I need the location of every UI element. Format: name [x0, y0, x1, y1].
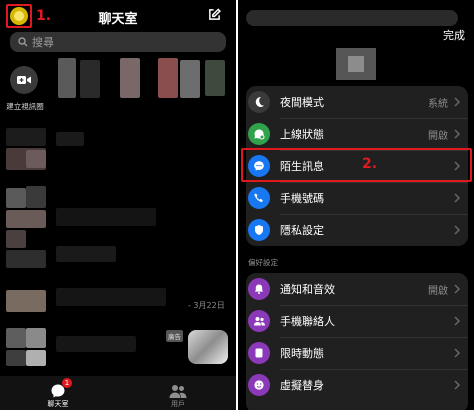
settings-item-privacy[interactable]: 隱私設定 — [246, 214, 468, 246]
chat-preview — [56, 288, 166, 306]
settings-item-label: 上線狀態 — [280, 128, 324, 141]
moon-icon — [248, 91, 270, 113]
chat-preview — [56, 132, 84, 146]
avatar-icon — [248, 374, 270, 396]
story-thumbnail[interactable] — [120, 58, 140, 98]
compose-icon[interactable] — [208, 8, 221, 21]
settings-item-phone-number[interactable]: 手機號碼 — [246, 182, 468, 214]
settings-item-label: 手機號碼 — [280, 192, 324, 205]
story-thumbnail[interactable] — [158, 58, 178, 98]
section-title-preferences: 偏好設定 — [248, 258, 278, 267]
chat-avatar[interactable] — [6, 210, 46, 228]
chats-screen: 聊天室 1. 搜尋 建立視訊圈 - 3月22日 廣告 聊天室 1 用戶 — [0, 0, 236, 410]
tab-people-label: 用戶 — [171, 400, 185, 408]
chat-avatar[interactable] — [6, 290, 46, 312]
chat-avatar[interactable] — [6, 128, 46, 146]
settings-item-notifications[interactable]: 通知和音效 開啟 — [246, 273, 468, 305]
chevron-right-icon — [454, 316, 460, 326]
tab-chats[interactable]: 聊天室 — [38, 383, 78, 409]
chat-avatar[interactable] — [6, 328, 26, 348]
settings-item-value: 開啟 — [428, 130, 448, 142]
phone-icon — [248, 187, 270, 209]
done-button[interactable]: 完成 — [443, 27, 465, 43]
chat-avatar[interactable] — [6, 350, 26, 366]
chat-preview — [56, 246, 116, 262]
search-input[interactable]: 搜尋 — [10, 32, 226, 52]
settings-item-avatar[interactable]: 虛擬替身 — [246, 369, 468, 401]
chat-preview — [56, 208, 156, 226]
step2-highlight-box — [241, 148, 472, 182]
settings-item-label: 手機聯絡人 — [280, 315, 335, 328]
composite-screenshot: 聊天室 1. 搜尋 建立視訊圈 - 3月22日 廣告 聊天室 1 用戶 完成 夜… — [0, 0, 474, 410]
bell-icon — [248, 278, 270, 300]
video-camera-icon — [17, 76, 31, 84]
settings-screen: 完成 夜間模式 系統 上線狀態 開啟 陌生訊息 手機號碼 隱私設定 2. 偏好設… — [238, 0, 474, 410]
search-placeholder: 搜尋 — [32, 36, 54, 49]
unread-badge: 1 — [62, 378, 72, 388]
settings-item-label: 虛擬替身 — [280, 379, 324, 392]
chevron-right-icon — [454, 284, 460, 294]
chat-avatar[interactable] — [6, 250, 46, 268]
chevron-right-icon — [454, 193, 460, 203]
chevron-right-icon — [454, 97, 460, 107]
settings-item-value: 系統 — [428, 98, 448, 110]
online-status-icon — [248, 123, 270, 145]
story-thumbnail[interactable] — [205, 60, 225, 96]
settings-item-label: 隱私設定 — [280, 224, 324, 237]
chat-avatar[interactable] — [26, 350, 46, 366]
chevron-right-icon — [454, 348, 460, 358]
chevron-right-icon — [454, 225, 460, 235]
create-video-room-button[interactable] — [10, 66, 38, 94]
chat-date: - 3月22日 — [188, 301, 225, 310]
tab-chats-label: 聊天室 — [47, 400, 69, 408]
chat-avatar[interactable] — [6, 230, 26, 248]
chevron-right-icon — [454, 380, 460, 390]
contacts-icon — [248, 310, 270, 332]
chat-avatar[interactable] — [26, 150, 46, 168]
chevron-right-icon — [454, 129, 460, 139]
chat-avatar[interactable] — [6, 188, 26, 208]
chat-avatar[interactable] — [26, 328, 46, 348]
tab-people[interactable]: 用戶 — [158, 383, 198, 409]
story-thumbnail[interactable] — [180, 60, 200, 98]
step2-marker: 2. — [362, 156, 378, 172]
settings-item-label: 夜間模式 — [280, 96, 324, 109]
story-thumbnail[interactable] — [58, 58, 76, 98]
step1-highlight-box — [6, 4, 32, 28]
settings-item-phone-contacts[interactable]: 手機聯絡人 — [246, 305, 468, 337]
settings-item-label: 限時動態 — [280, 347, 324, 360]
create-video-room-label: 建立視訊圈 — [6, 102, 44, 111]
settings-group-preferences: 通知和音效 開啟 手機聯絡人 限時動態 虛擬替身 — [246, 273, 468, 410]
step1-marker: 1. — [36, 8, 52, 24]
settings-item-dark-mode[interactable]: 夜間模式 系統 — [246, 86, 468, 118]
chat-preview — [56, 336, 136, 352]
settings-item-stories[interactable]: 限時動態 — [246, 337, 468, 369]
ad-badge: 廣告 — [166, 330, 183, 342]
stories-icon — [248, 342, 270, 364]
story-thumbnail[interactable] — [80, 60, 100, 98]
bottom-tab-bar — [0, 376, 236, 410]
people-icon — [169, 385, 187, 398]
search-icon — [18, 37, 28, 47]
settings-item-label: 通知和音效 — [280, 283, 335, 296]
profile-picture-detail — [348, 56, 364, 72]
top-bar-blurred — [246, 10, 458, 26]
ad-image[interactable] — [188, 330, 228, 364]
shield-icon — [248, 219, 270, 241]
settings-item-value: 開啟 — [428, 285, 448, 297]
chat-avatar[interactable] — [26, 186, 46, 208]
settings-item-online-status[interactable]: 上線狀態 開啟 — [246, 118, 468, 150]
